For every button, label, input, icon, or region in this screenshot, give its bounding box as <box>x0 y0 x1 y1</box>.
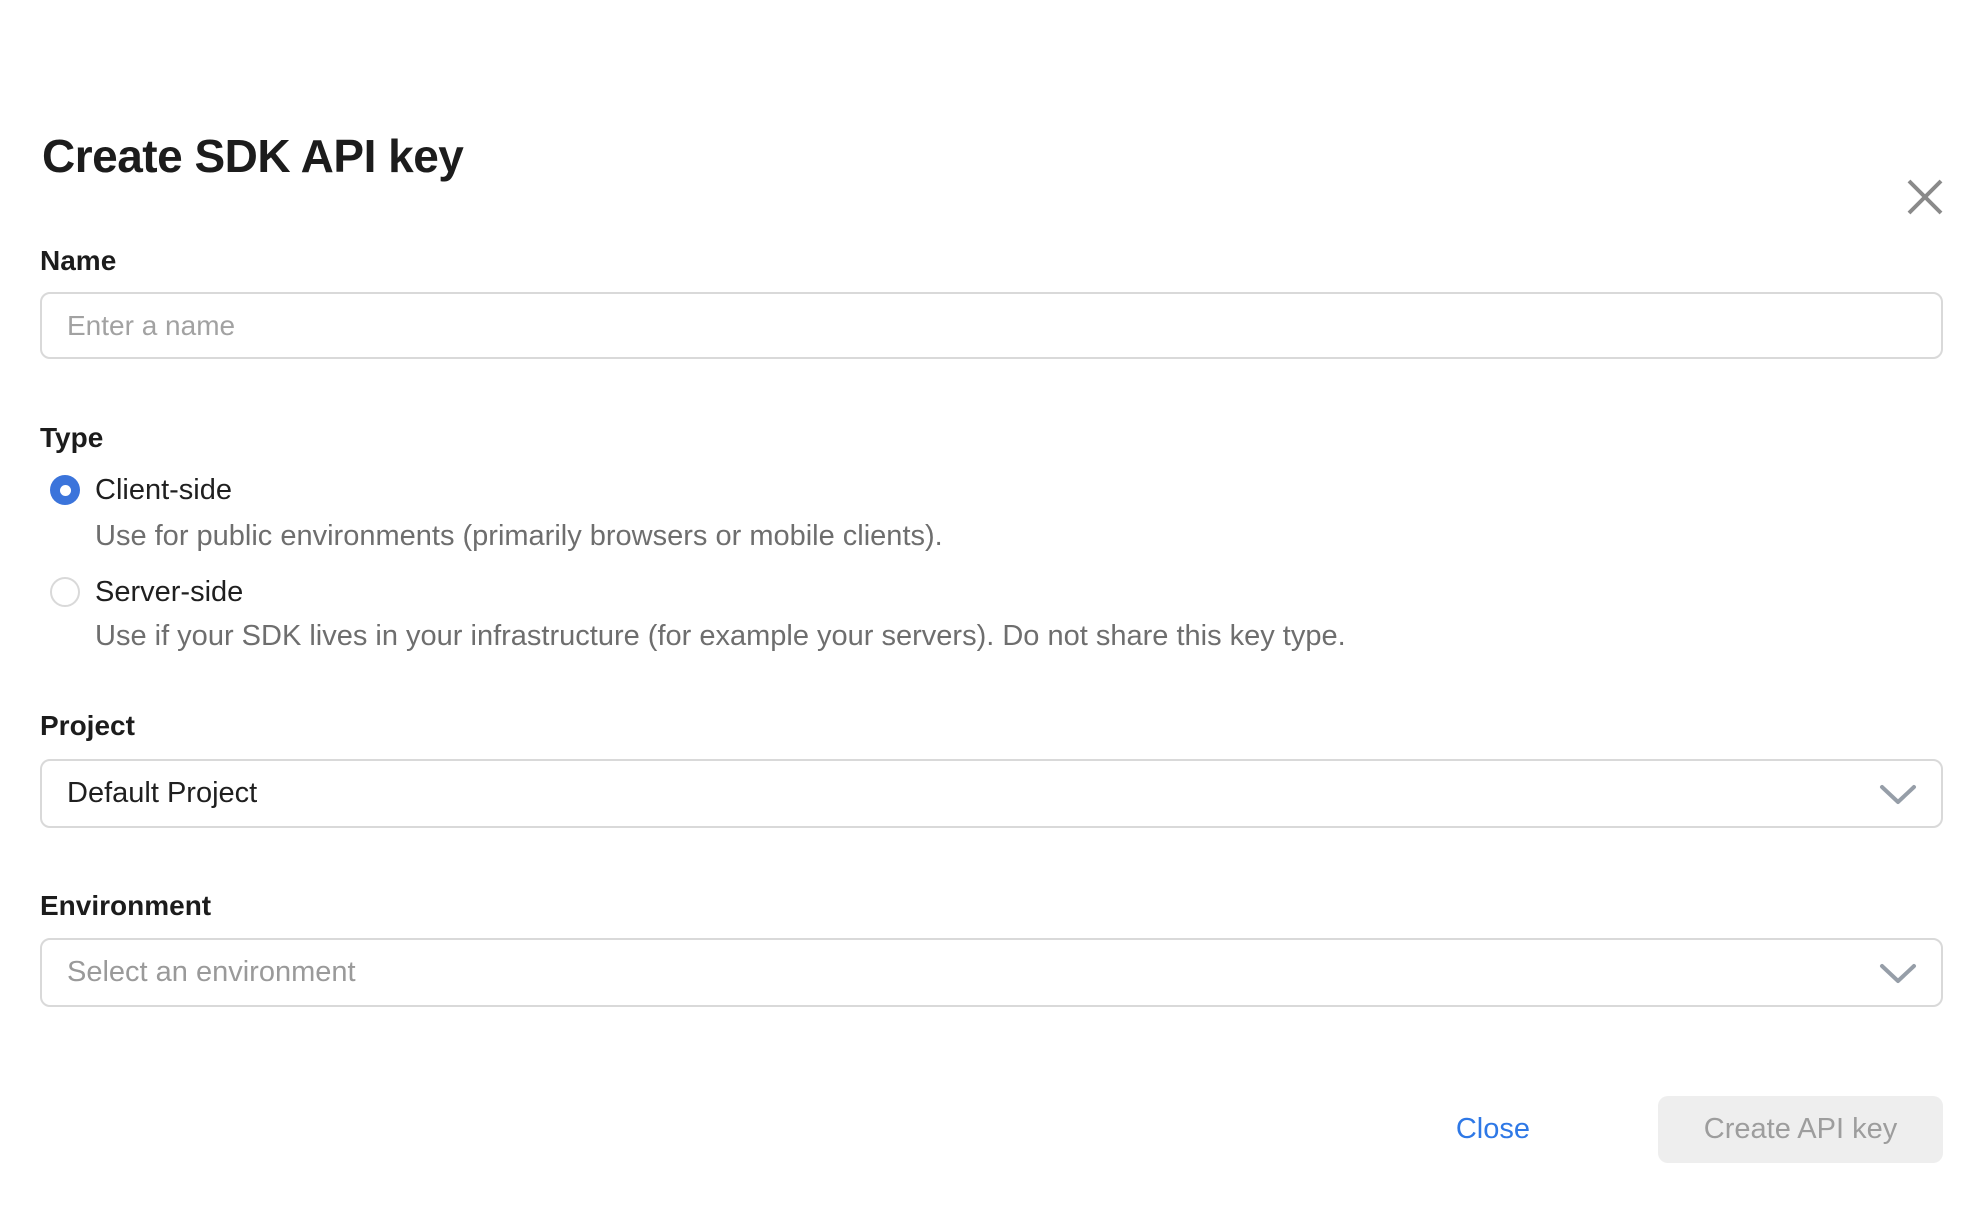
environment-select-placeholder: Select an environment <box>67 956 356 989</box>
radio-unselected-icon[interactable] <box>50 577 80 607</box>
environment-select[interactable]: Select an environment <box>40 938 1943 1007</box>
name-field-label: Name <box>40 244 1943 278</box>
environment-field-label: Environment <box>40 889 1943 923</box>
radio-option-description: Use for public environments (primarily b… <box>95 519 1943 553</box>
modal-actions: Close Create API key <box>40 1096 1943 1163</box>
project-select[interactable]: Default Project <box>40 759 1943 828</box>
type-field-label: Type <box>40 421 1943 455</box>
radio-option-server-side[interactable]: Server-side <box>50 575 1943 609</box>
close-button[interactable]: Close <box>1456 1113 1530 1146</box>
page-title: Create SDK API key <box>42 128 1943 184</box>
radio-option-label: Server-side <box>95 575 243 609</box>
radio-selected-icon[interactable] <box>50 475 80 505</box>
close-icon <box>1906 177 1944 217</box>
chevron-down-icon <box>1879 784 1917 806</box>
chevron-down-icon <box>1879 963 1917 985</box>
radio-option-label: Client-side <box>95 473 232 507</box>
radio-option-description: Use if your SDK lives in your infrastruc… <box>95 619 1943 653</box>
name-input[interactable] <box>40 292 1943 359</box>
modal-close-button[interactable] <box>1905 176 1945 218</box>
project-field-label: Project <box>40 709 1943 743</box>
radio-option-client-side[interactable]: Client-side <box>50 473 1943 507</box>
create-api-key-button[interactable]: Create API key <box>1658 1096 1943 1163</box>
create-sdk-api-key-modal: Create SDK API key Name Type Client-side… <box>0 128 1980 1210</box>
project-select-value: Default Project <box>67 777 257 810</box>
